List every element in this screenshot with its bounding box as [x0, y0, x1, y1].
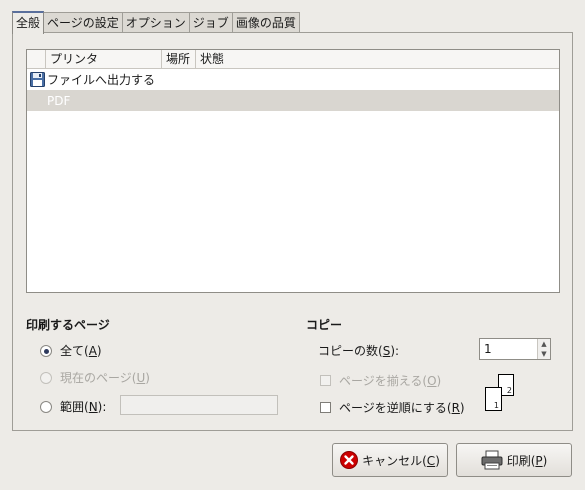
all-pages-radio[interactable]: 全て(A) — [40, 342, 102, 359]
cancel-label: キャンセル(C) — [362, 453, 440, 468]
tab-general[interactable]: 全般 — [12, 11, 45, 34]
tab-bar: 全般 ページの設定 オプション ジョブ 画像の品質 — [12, 11, 300, 34]
range-label: 範囲(N): — [60, 400, 107, 414]
page-range-input[interactable] — [120, 395, 278, 415]
tab-options[interactable]: オプション — [121, 12, 190, 33]
tab-page-setup[interactable]: ページの設定 — [43, 12, 123, 33]
printer-row-pdf[interactable]: PDF — [27, 90, 559, 111]
pdf-printer-icon — [27, 90, 47, 111]
preview-page-1: 1 — [485, 387, 502, 411]
cancel-button[interactable]: キャンセル(C) — [332, 443, 448, 477]
column-header-printer[interactable]: プリンタ — [45, 50, 161, 68]
preview-page-2-number: 2 — [506, 386, 512, 395]
column-header-status[interactable]: 状態 — [195, 50, 559, 68]
printer-icon — [481, 450, 503, 470]
copies-value[interactable]: 1 — [480, 339, 537, 359]
decrement-arrow-icon[interactable]: ▼ — [538, 349, 550, 359]
collate-preview-icon: 2 1 — [485, 374, 519, 412]
copies-stepper[interactable]: 1 ▲ ▼ — [479, 338, 551, 360]
print-label: 印刷(P) — [506, 453, 548, 468]
checkbox-indicator[interactable] — [320, 375, 331, 386]
floppy-disk-icon — [27, 69, 47, 90]
tab-job[interactable]: ジョブ — [188, 12, 233, 33]
range-radio[interactable]: 範囲(N): — [40, 398, 106, 415]
cancel-icon — [340, 451, 359, 469]
current-page-label: 現在のページ(U) — [60, 371, 150, 385]
general-panel: プリンタ 場所 状態 ファイルへ出力する PDF 印刷するページ 全て(A) 現… — [12, 32, 573, 431]
checkbox-indicator[interactable] — [320, 402, 331, 413]
collate-label: ページを揃える(O) — [339, 374, 442, 388]
stepper-arrows: ▲ ▼ — [537, 339, 550, 359]
icon-column-header — [27, 50, 45, 68]
copies-count-label: コピーの数(S): — [318, 342, 399, 359]
radio-indicator[interactable] — [40, 400, 52, 413]
radio-indicator[interactable] — [40, 344, 52, 357]
printer-list[interactable]: プリンタ 場所 状態 ファイルへ出力する PDF — [26, 49, 560, 293]
increment-arrow-icon[interactable]: ▲ — [538, 339, 550, 349]
all-pages-label: 全て(A) — [60, 344, 102, 358]
current-page-radio[interactable]: 現在のページ(U) — [40, 369, 150, 386]
tab-image-quality[interactable]: 画像の品質 — [231, 12, 300, 33]
print-pages-title: 印刷するページ — [26, 318, 110, 332]
printer-row-file[interactable]: ファイルへ出力する — [27, 69, 559, 90]
radio-indicator[interactable] — [40, 371, 52, 384]
reverse-checkbox[interactable]: ページを逆順にする(R) — [320, 399, 465, 416]
printer-list-header: プリンタ 場所 状態 — [27, 50, 559, 69]
collate-checkbox[interactable]: ページを揃える(O) — [320, 372, 441, 389]
copies-count-text: コピーの数(S): — [318, 344, 400, 358]
printer-name: PDF — [47, 93, 71, 108]
printer-name: ファイルへ出力する — [47, 73, 156, 87]
print-button[interactable]: 印刷(P) — [456, 443, 572, 477]
copies-title: コピー — [306, 318, 343, 332]
preview-page-1-number: 1 — [493, 401, 499, 410]
reverse-label: ページを逆順にする(R) — [339, 401, 465, 415]
column-header-location[interactable]: 場所 — [161, 50, 195, 68]
